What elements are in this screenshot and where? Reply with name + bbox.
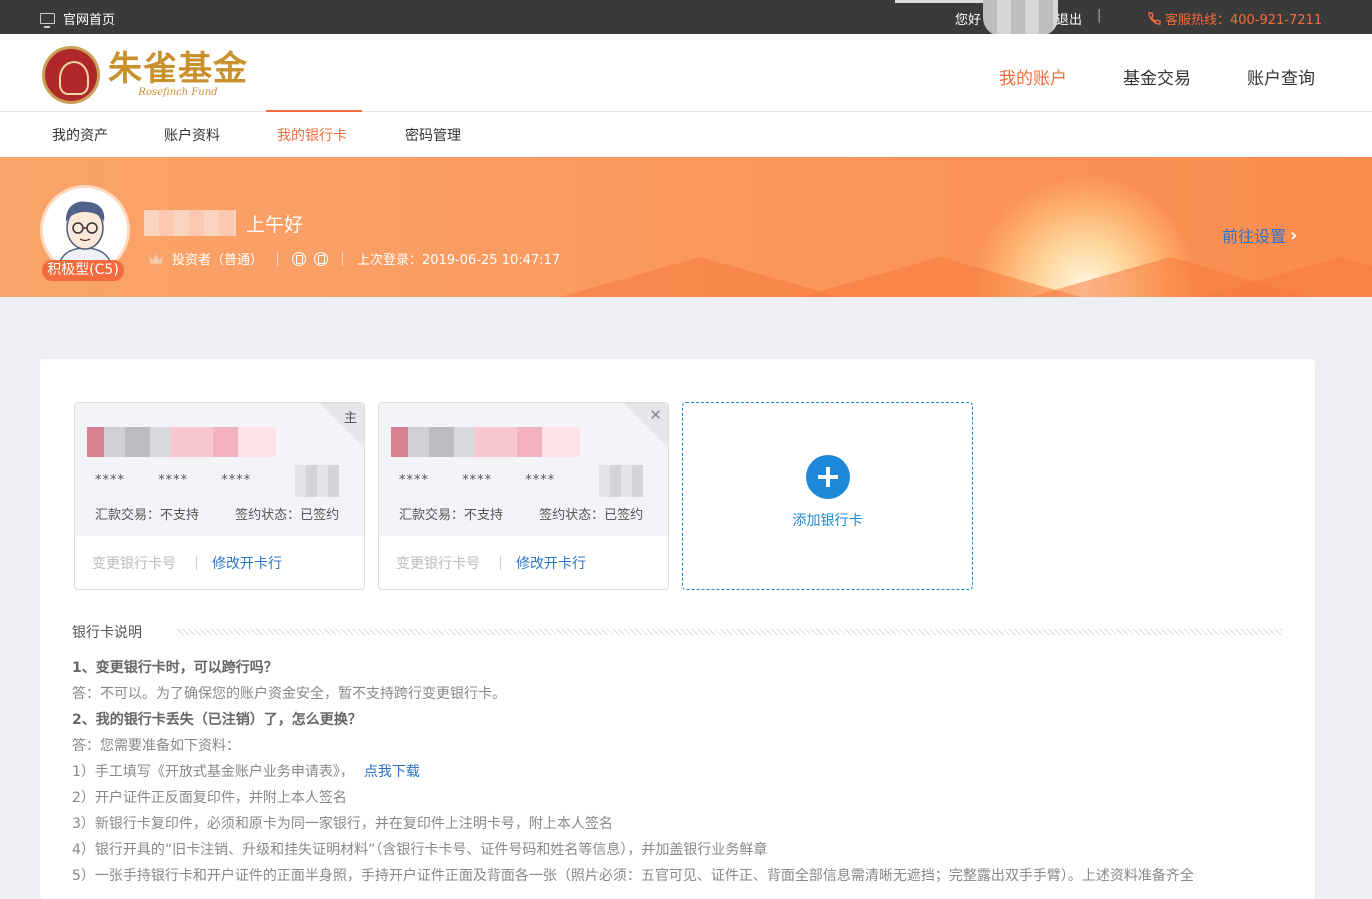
sign-status: 签约状态：已签约: [235, 508, 340, 523]
add-bank-card-button[interactable]: 添加银行卡: [682, 402, 973, 590]
remit-status: 汇款交易：不支持: [95, 508, 200, 523]
bank-card: 主 **** **** **** 汇款交易：不支持 签约状态：已签约 变更银行卡…: [74, 402, 365, 590]
divider: [342, 251, 344, 266]
sub-nav: 我的资产 账户资料 我的银行卡 密码管理: [0, 110, 1372, 157]
nav-my-account[interactable]: 我的账户: [999, 64, 1067, 89]
tab-my-assets[interactable]: 我的资产: [52, 125, 108, 145]
card-actions: 变更银行卡号 修改开卡行: [396, 553, 586, 573]
bank-name-mask: [391, 427, 601, 457]
email-icon[interactable]: [314, 251, 329, 266]
user-banner: 积极型(C5) 上午好 投资者（普通） 上次登录：2019-06-25 10:4…: [0, 157, 1372, 297]
remit-status: 汇款交易：不支持: [399, 508, 504, 523]
greeting: 上午好: [246, 214, 304, 236]
nav-fund-trade[interactable]: 基金交易: [1123, 64, 1191, 89]
faq-list-item: 3）新银行卡复印件，必须和原卡为同一家银行，并在复印件上注明卡号，附上本人签名: [72, 816, 613, 832]
greeting-text: 您好: [955, 13, 982, 28]
mountain-decoration: [560, 257, 840, 297]
card-number-segment: ****: [525, 473, 556, 488]
settings-label: 前往设置: [1222, 227, 1287, 246]
faq-list-item: 1）手工填写《开放式基金账户业务申请表》， 点我下载: [72, 759, 1282, 785]
mountain-decoration: [1200, 257, 1372, 297]
tab-account-info[interactable]: 账户资料: [164, 125, 220, 145]
faq-answer: 答：您需要准备如下资料：: [72, 738, 240, 754]
faq-list-item: 4）银行开具的“旧卡注销、升级和挂失证明材料”（含银行卡卡号、证件号码和姓名等信…: [72, 842, 768, 858]
modify-bank-branch-button[interactable]: 修改开卡行: [516, 553, 586, 573]
card-number: **** **** ****: [399, 473, 583, 488]
card-info: 汇款交易：不支持 签约状态：已签约: [399, 504, 643, 523]
bank-card-panel: 主 **** **** **** 汇款交易：不支持 签约状态：已签约 变更银行卡…: [40, 359, 1315, 899]
card-corner: [320, 403, 364, 447]
card-number-segment: ****: [399, 473, 429, 488]
nav-account-query[interactable]: 账户查询: [1247, 64, 1315, 89]
username-mask: [983, 0, 1058, 36]
add-bank-card-label: 添加银行卡: [792, 513, 863, 529]
faq: 1、变更银行卡时，可以跨行吗？ 答：不可以。为了确保您的账户资金安全，暂不支持跨…: [72, 655, 1282, 889]
primary-card-label: 主: [343, 411, 357, 426]
investor-type: 投资者（普通）: [172, 253, 264, 268]
card-number-segment: ****: [95, 473, 125, 488]
top-bar: 官网首页 您好 退出 | 客服热线：400-921-7211: [0, 0, 1372, 36]
divider: |: [1097, 8, 1102, 23]
hotline-text: 客服热线：400-921-7211: [1165, 13, 1323, 28]
chevron-right-icon: ›: [1290, 224, 1298, 246]
sign-status: 签约状态：已签约: [539, 508, 644, 523]
logo-text: 朱雀基金 Rosefinch Fund: [108, 52, 248, 98]
divider: [500, 556, 501, 570]
phone-icon: [1148, 11, 1161, 25]
card-number-segment: ****: [221, 473, 252, 488]
faq-list-text: 1）手工填写《开放式基金账户业务申请表》，: [72, 764, 354, 780]
logo-english: Rosefinch Fund: [138, 87, 218, 98]
active-tab-indicator: [266, 110, 362, 112]
change-card-number-button[interactable]: 变更银行卡号: [396, 553, 480, 573]
username-mask: [144, 210, 236, 236]
card-body: ✕ **** **** **** 汇款交易：不支持 签约状态：已签约: [379, 403, 668, 536]
mobile-icon[interactable]: [292, 251, 307, 266]
user-meta: 投资者（普通） 上次登录：2019-06-25 10:47:17: [148, 249, 560, 268]
card-tail-mask: [599, 465, 643, 497]
card-actions: 变更银行卡号 修改开卡行: [92, 553, 282, 573]
remove-card-close-icon[interactable]: ✕: [649, 406, 662, 424]
section-divider: [177, 629, 1282, 635]
risk-level-badge: 积极型(C5): [42, 260, 124, 281]
home-link[interactable]: 官网首页: [40, 9, 115, 28]
change-card-number-button[interactable]: 变更银行卡号: [92, 553, 176, 573]
card-tail-mask: [295, 465, 339, 497]
hotline: 客服热线：400-921-7211: [1146, 9, 1322, 28]
bank-name-mask: [87, 427, 297, 457]
tab-my-bank-cards[interactable]: 我的银行卡: [277, 125, 347, 145]
card-number-segment: ****: [158, 473, 189, 488]
tab-password[interactable]: 密码管理: [405, 125, 461, 145]
faq-question: 2、我的银行卡丢失（已注销）了，怎么更换？: [72, 712, 362, 728]
home-label: 官网首页: [63, 13, 116, 28]
main-nav: 我的账户 基金交易 账户查询: [999, 64, 1315, 89]
header: 朱雀基金 Rosefinch Fund 我的账户 基金交易 账户查询: [0, 34, 1372, 112]
card-body: 主 **** **** **** 汇款交易：不支持 签约状态：已签约: [75, 403, 364, 536]
faq-list-item: 2）开户证件正反面复印件，并附上本人签名: [72, 790, 347, 806]
card-number: **** **** ****: [95, 473, 279, 488]
faq-answer: 答：不可以。为了确保您的账户资金安全，暂不支持跨行变更银行卡。: [72, 686, 506, 702]
crown-icon: [148, 252, 164, 264]
logo[interactable]: 朱雀基金 Rosefinch Fund: [42, 46, 248, 104]
section-title: 银行卡说明: [72, 625, 142, 641]
faq-list-item: 5）一张手持银行卡和开户证件的正面半身照，手持开户证件正面及背面各一张（照片必须…: [72, 868, 1194, 884]
faq-question: 1、变更银行卡时，可以跨行吗？: [72, 660, 278, 676]
divider: [196, 556, 197, 570]
card-info: 汇款交易：不支持 签约状态：已签约: [95, 504, 339, 523]
last-login: 上次登录：2019-06-25 10:47:17: [357, 253, 561, 268]
rosefinch-emblem-icon: [42, 46, 100, 104]
modify-bank-branch-button[interactable]: 修改开卡行: [212, 553, 282, 573]
monitor-icon: [40, 13, 55, 28]
logout-link[interactable]: 退出: [1056, 9, 1082, 28]
plus-icon: [806, 455, 850, 499]
go-settings-link[interactable]: 前往设置 ›: [1222, 223, 1297, 247]
logo-chinese: 朱雀基金: [108, 49, 248, 89]
bank-card: ✕ **** **** **** 汇款交易：不支持 签约状态：已签约 变更银行卡…: [378, 402, 669, 590]
download-link[interactable]: 点我下载: [364, 764, 420, 780]
divider: [277, 251, 279, 266]
card-number-segment: ****: [462, 473, 493, 488]
